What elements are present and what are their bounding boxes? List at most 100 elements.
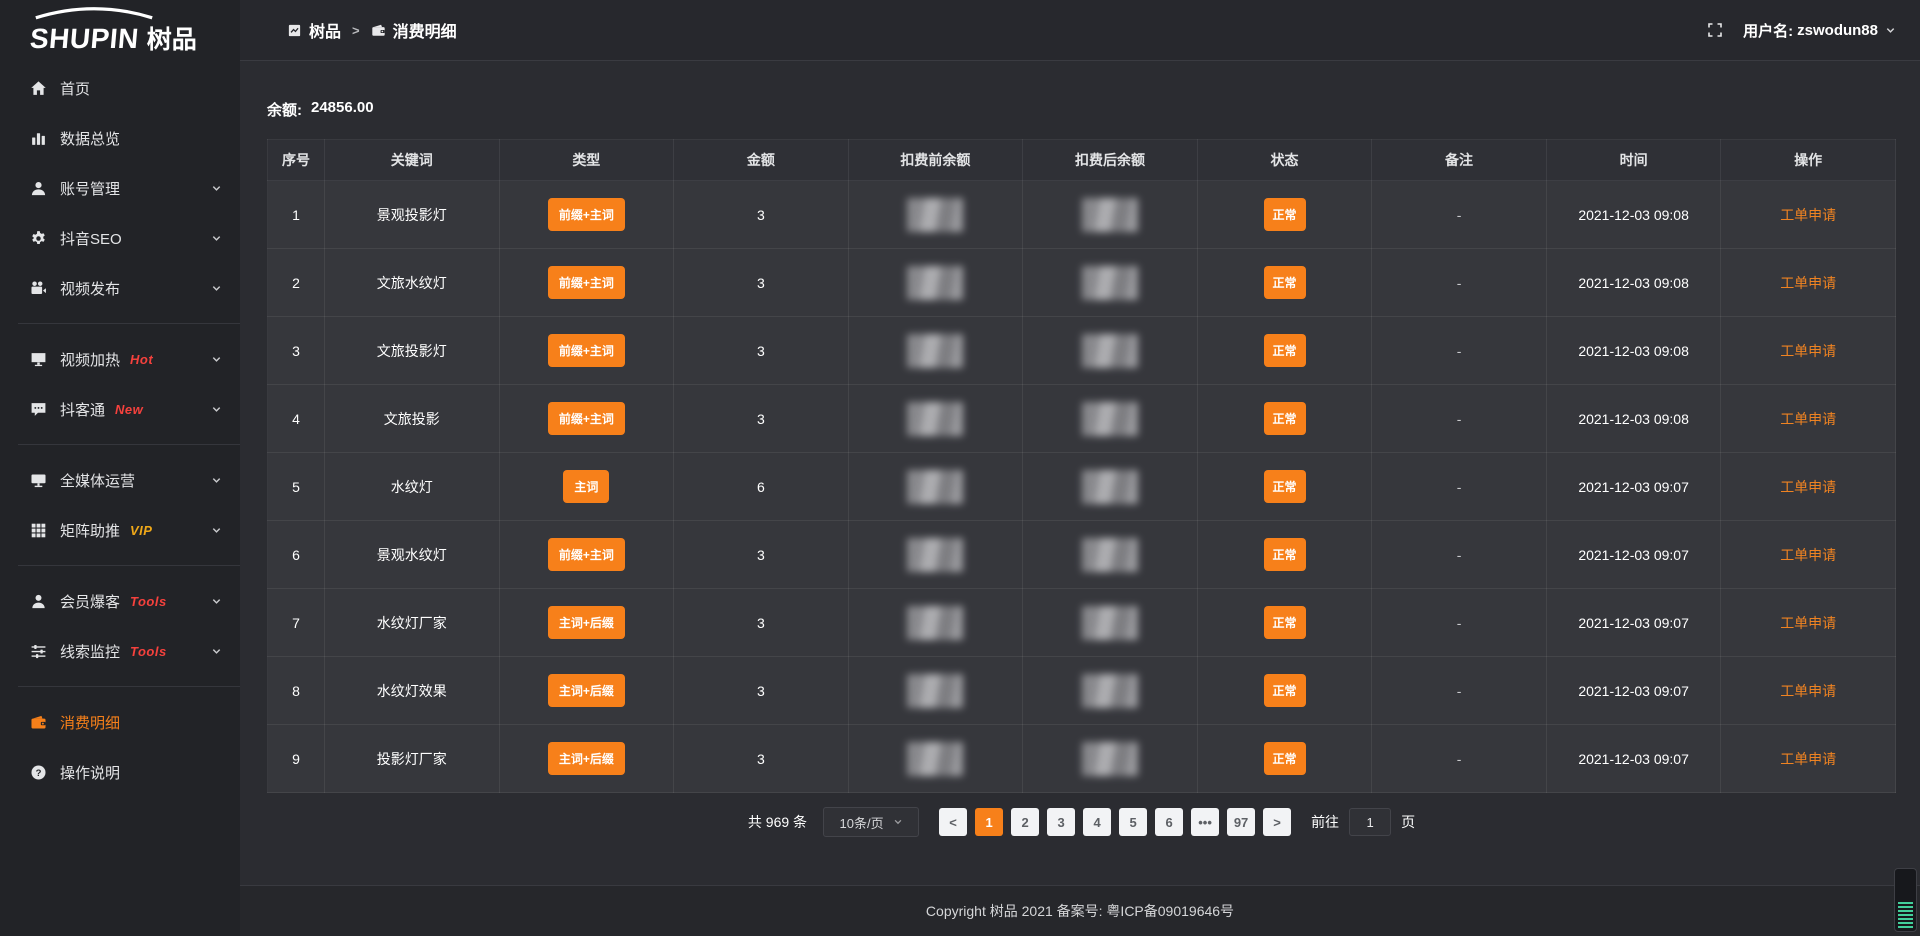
page-button-97[interactable]: 97: [1227, 808, 1255, 836]
page-button-1[interactable]: 1: [975, 808, 1003, 836]
goto-page-input[interactable]: [1349, 808, 1391, 836]
action-cell: 工单申请: [1721, 725, 1896, 793]
amount-cell: 6: [674, 453, 849, 521]
work-order-link[interactable]: 工单申请: [1780, 207, 1836, 223]
row-index-cell: 6: [268, 521, 325, 589]
sidebar-item-account-management[interactable]: 账号管理: [0, 163, 240, 213]
sidebar-item-douketong[interactable]: 抖客通New: [0, 384, 240, 434]
logo[interactable]: SHUPIN 树品: [0, 0, 240, 62]
work-order-link[interactable]: 工单申请: [1780, 479, 1836, 495]
work-order-link[interactable]: 工单申请: [1780, 275, 1836, 291]
type-cell: 前缀+主词: [499, 249, 674, 317]
page-button-6[interactable]: 6: [1155, 808, 1183, 836]
corner-widget[interactable]: [1894, 868, 1917, 932]
time-cell: 2021-12-03 09:08: [1546, 249, 1721, 317]
row-index-cell: 7: [268, 589, 325, 657]
table-row: 2文旅水纹灯前缀+主词3正常-2021-12-03 09:08工单申请: [268, 249, 1896, 317]
redacted-balance-before: [907, 538, 963, 572]
sidebar-item-video-publish[interactable]: 视频发布: [0, 263, 240, 313]
balance-before-cell: [848, 589, 1023, 657]
username-value: zswodun88: [1797, 22, 1878, 39]
column-header: 时间: [1546, 140, 1721, 181]
panel-icon: [287, 23, 302, 38]
breadcrumb-item-consumption-detail[interactable]: 消费明细: [371, 18, 457, 42]
page-size-value: 10条/页: [840, 813, 884, 832]
sidebar-badge-tools: Tools: [130, 644, 167, 659]
time-cell: 2021-12-03 09:08: [1546, 317, 1721, 385]
row-index-cell: 8: [268, 657, 325, 725]
chevron-down-icon: [211, 525, 222, 536]
action-cell: 工单申请: [1721, 181, 1896, 249]
page-ellipsis[interactable]: •••: [1191, 808, 1219, 836]
fullscreen-icon[interactable]: [1707, 22, 1723, 38]
balance-after-cell: [1023, 249, 1198, 317]
row-index-cell: 1: [268, 181, 325, 249]
redacted-balance-after: [1082, 334, 1138, 368]
sidebar-item-label: 全媒体运营: [60, 470, 135, 491]
page-size-select[interactable]: 10条/页: [823, 807, 919, 837]
sidebar-item-label: 线索监控: [60, 641, 120, 662]
work-order-link[interactable]: 工单申请: [1780, 547, 1836, 563]
user-icon: [30, 180, 47, 197]
note-cell: -: [1372, 453, 1547, 521]
page-button-5[interactable]: 5: [1119, 808, 1147, 836]
status-badge: 正常: [1264, 538, 1306, 571]
note-cell: -: [1372, 657, 1547, 725]
breadcrumb-separator: >: [352, 23, 360, 38]
sidebar-item-consumption-detail[interactable]: 消费明细: [0, 697, 240, 747]
sidebar-nav: 首页数据总览账号管理抖音SEO视频发布视频加热Hot抖客通New 全媒体运营矩阵助…: [0, 62, 240, 797]
work-order-link[interactable]: 工单申请: [1780, 751, 1836, 767]
page-button-3[interactable]: 3: [1047, 808, 1075, 836]
work-order-link[interactable]: 工单申请: [1780, 343, 1836, 359]
balance-after-cell: [1023, 589, 1198, 657]
balance-before-cell: [848, 725, 1023, 793]
status-badge: 正常: [1264, 742, 1306, 775]
sidebar-item-douyin-seo[interactable]: 抖音SEO: [0, 213, 240, 263]
redacted-balance-after: [1082, 402, 1138, 436]
redacted-balance-before: [907, 402, 963, 436]
next-page-button[interactable]: >: [1263, 808, 1291, 836]
work-order-link[interactable]: 工单申请: [1780, 411, 1836, 427]
table-row: 9投影灯厂家主词+后缀3正常-2021-12-03 09:07工单申请: [268, 725, 1896, 793]
sidebar-item-label: 矩阵助推: [60, 520, 120, 541]
sidebar-item-label: 数据总览: [60, 128, 120, 149]
chevron-down-icon: [211, 475, 222, 486]
time-cell: 2021-12-03 09:07: [1546, 657, 1721, 725]
chevron-down-icon: [211, 596, 222, 607]
page-button-2[interactable]: 2: [1011, 808, 1039, 836]
table-row: 1景观投影灯前缀+主词3正常-2021-12-03 09:08工单申请: [268, 181, 1896, 249]
redacted-balance-after: [1082, 674, 1138, 708]
status-badge: 正常: [1264, 606, 1306, 639]
user-dropdown[interactable]: 用户名: zswodun88: [1743, 20, 1896, 41]
sidebar-item-member-baoke[interactable]: 会员爆客Tools: [0, 576, 240, 626]
column-header: 序号: [268, 140, 325, 181]
sidebar-item-data-overview[interactable]: 数据总览: [0, 113, 240, 163]
sidebar-item-media-operation[interactable]: 全媒体运营: [0, 455, 240, 505]
prev-page-button[interactable]: <: [939, 808, 967, 836]
row-index-cell: 3: [268, 317, 325, 385]
sidebar-item-clue-monitor[interactable]: 线索监控 Tools: [0, 626, 240, 676]
redacted-balance-before: [907, 334, 963, 368]
sidebar-item-matrix-boost[interactable]: 矩阵助推VIP: [0, 505, 240, 555]
status-cell: 正常: [1197, 521, 1372, 589]
member-icon: [30, 593, 47, 610]
sidebar-item-home[interactable]: 首页: [0, 63, 240, 113]
amount-cell: 3: [674, 521, 849, 589]
status-cell: 正常: [1197, 181, 1372, 249]
breadcrumb-item-shupin[interactable]: 树品: [287, 18, 341, 42]
work-order-link[interactable]: 工单申请: [1780, 615, 1836, 631]
sidebar-item-label: 操作说明: [60, 762, 120, 783]
breadcrumb-label: 树品: [309, 18, 341, 42]
sidebar-item-video-heating[interactable]: 视频加热Hot: [0, 334, 240, 384]
chat-icon: [30, 401, 47, 418]
balance: 余额: 24856.00: [267, 99, 1896, 120]
sidebar-item-instructions[interactable]: ?操作说明: [0, 747, 240, 797]
type-cell: 前缀+主词: [499, 385, 674, 453]
action-cell: 工单申请: [1721, 317, 1896, 385]
topbar: 树品 > 消费明细 用户名: zswodun88: [240, 0, 1920, 61]
page-button-4[interactable]: 4: [1083, 808, 1111, 836]
column-header: 状态: [1197, 140, 1372, 181]
work-order-link[interactable]: 工单申请: [1780, 683, 1836, 699]
pagination: 共 969 条10条/页<123456•••97>前往页: [267, 807, 1896, 837]
action-cell: 工单申请: [1721, 453, 1896, 521]
